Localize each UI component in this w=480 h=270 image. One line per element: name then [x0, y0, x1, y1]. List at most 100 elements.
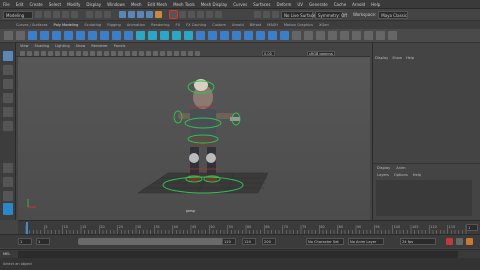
menu-curves[interactable]: Curves — [230, 2, 250, 7]
live-surface-field[interactable]: No Live Surface — [281, 10, 315, 19]
snap-to-grids-icon[interactable] — [179, 11, 186, 18]
default-material-icon[interactable] — [104, 51, 109, 56]
animation-end-field[interactable]: 120 — [242, 238, 256, 245]
ipr-render-icon[interactable] — [263, 11, 270, 18]
time-slider[interactable]: 5 10 15 20 25 30 35 40 45 50 55 60 65 70 75 80 85 90 95 100… — [18, 220, 480, 234]
sew-uv-icon[interactable] — [340, 31, 349, 40]
shelf-tab-poly-modeling[interactable]: Poly Modeling — [54, 23, 79, 27]
select-by-curve-icon[interactable] — [137, 11, 144, 18]
key-icon[interactable] — [466, 238, 473, 245]
shelf-tab-sculpting[interactable]: Sculpting — [84, 23, 101, 27]
wireframe-on-shaded-icon[interactable] — [111, 51, 116, 56]
menu-help[interactable]: Help — [368, 2, 383, 7]
menu-mesh-display[interactable]: Mesh Display — [198, 2, 231, 7]
workspace-select[interactable]: Maya Classic — [378, 10, 409, 19]
render-frame-icon[interactable] — [254, 11, 261, 18]
bookmark-icon[interactable] — [27, 51, 32, 56]
menu-options[interactable]: Options — [394, 173, 408, 177]
boolean-icon[interactable] — [172, 31, 181, 40]
panel-menu-renderer[interactable]: Renderer — [91, 44, 107, 48]
shelf-tab-fx[interactable]: FX — [176, 23, 181, 27]
motion-blur-icon[interactable] — [146, 51, 151, 56]
target-weld-icon[interactable] — [268, 31, 277, 40]
colorspace-field[interactable]: sRGB gamma — [307, 51, 335, 56]
paint-select-tool-icon[interactable] — [3, 79, 13, 89]
menuset-select[interactable]: Modeling — [3, 10, 33, 19]
wireframe-icon[interactable] — [90, 51, 95, 56]
menu-mesh[interactable]: Mesh — [128, 2, 145, 7]
save-scene-icon[interactable] — [53, 11, 60, 18]
xray-components-icon[interactable] — [181, 51, 186, 56]
range-bar[interactable] — [78, 238, 228, 245]
select-tool-icon[interactable] — [3, 51, 13, 61]
shelf-tab-arnold[interactable]: Arnold — [232, 23, 244, 27]
shelf-tab-bifrost[interactable]: Bifrost — [250, 23, 262, 27]
uv-editor-icon[interactable] — [292, 31, 301, 40]
shelf-tab-rendering[interactable]: Rendering — [151, 23, 169, 27]
menu-modify[interactable]: Modify — [64, 2, 83, 7]
panel-menu-panels[interactable]: Panels — [114, 44, 126, 48]
quad-draw-icon[interactable] — [280, 31, 289, 40]
menu-layers[interactable]: Layers — [377, 173, 389, 177]
menu-display[interactable]: Display — [83, 2, 104, 7]
fps-field[interactable]: 24 fps — [400, 238, 436, 245]
super-shape-icon[interactable] — [124, 31, 133, 40]
current-time-indicator[interactable] — [26, 222, 28, 234]
snap-to-points-icon[interactable] — [197, 11, 204, 18]
shelf-tab-mash[interactable]: MASH — [267, 23, 278, 27]
anti-aliasing-icon[interactable] — [153, 51, 158, 56]
soft-select-icon[interactable] — [376, 31, 385, 40]
tab-display[interactable]: Display — [377, 166, 390, 170]
anim-layer-field[interactable]: No Anim Layer — [348, 238, 384, 245]
cut-uv-icon[interactable] — [328, 31, 337, 40]
current-frame-field[interactable]: 1 — [466, 224, 478, 231]
lock-selection-icon[interactable] — [169, 10, 178, 19]
gamma-icon[interactable] — [195, 51, 200, 56]
layout-icon[interactable] — [364, 31, 373, 40]
cylinder-icon[interactable] — [52, 31, 61, 40]
safe-title-icon[interactable] — [83, 51, 88, 56]
viewport[interactable] — [18, 57, 370, 220]
shelf-tab-rigging[interactable]: Rigging — [107, 23, 121, 27]
exposure-icon[interactable] — [188, 51, 193, 56]
menu-windows[interactable]: Windows — [104, 2, 128, 7]
menu-file[interactable]: File — [0, 2, 13, 7]
auto-key-icon[interactable] — [446, 238, 453, 245]
undo-icon[interactable] — [62, 11, 69, 18]
shelf-tab-xgen[interactable]: XGen — [319, 23, 329, 27]
xray-joints-icon[interactable] — [174, 51, 179, 56]
select-component-icon[interactable] — [104, 11, 111, 18]
outliner-menu-show[interactable]: Show — [392, 56, 402, 60]
platonic-icon[interactable] — [112, 31, 121, 40]
menu-generate[interactable]: Generate — [306, 2, 331, 7]
separate-icon[interactable] — [148, 31, 157, 40]
select-object-icon[interactable] — [95, 11, 102, 18]
tab-anim[interactable]: Anim — [396, 166, 405, 170]
menu-uv[interactable]: UV — [294, 2, 306, 7]
outliner-menu-help[interactable]: Help — [406, 56, 414, 60]
playback-end-field[interactable]: 120 — [222, 238, 236, 245]
outliner-menu-display[interactable]: Display — [375, 56, 388, 60]
multi-cut-icon[interactable] — [256, 31, 265, 40]
shelf-options-icon[interactable] — [4, 31, 13, 40]
select-hierarchy-icon[interactable] — [86, 11, 93, 18]
snap-to-view-plane-icon[interactable] — [206, 11, 213, 18]
menu-surfaces[interactable]: Surfaces — [250, 2, 273, 7]
extrude-icon[interactable] — [196, 31, 205, 40]
ambient-occlusion-icon[interactable] — [139, 51, 144, 56]
cone-icon[interactable] — [64, 31, 73, 40]
move-tool-icon[interactable] — [3, 93, 13, 103]
shelf-tab-curves-surfaces[interactable]: Curves / Surfaces — [16, 23, 48, 27]
menu-select[interactable]: Select — [46, 2, 64, 7]
rotate-tool-icon[interactable] — [3, 107, 13, 117]
character-model[interactable] — [178, 79, 240, 181]
torus-icon[interactable] — [76, 31, 85, 40]
menu-create[interactable]: Create — [26, 2, 45, 7]
planar-map-icon[interactable] — [304, 31, 313, 40]
scale-tool-icon[interactable] — [3, 121, 13, 131]
safe-action-icon[interactable] — [76, 51, 81, 56]
menu-help[interactable]: Help — [413, 173, 421, 177]
make-live-icon[interactable] — [215, 11, 222, 18]
resolution-gate-icon[interactable] — [55, 51, 60, 56]
command-input[interactable] — [18, 251, 458, 258]
